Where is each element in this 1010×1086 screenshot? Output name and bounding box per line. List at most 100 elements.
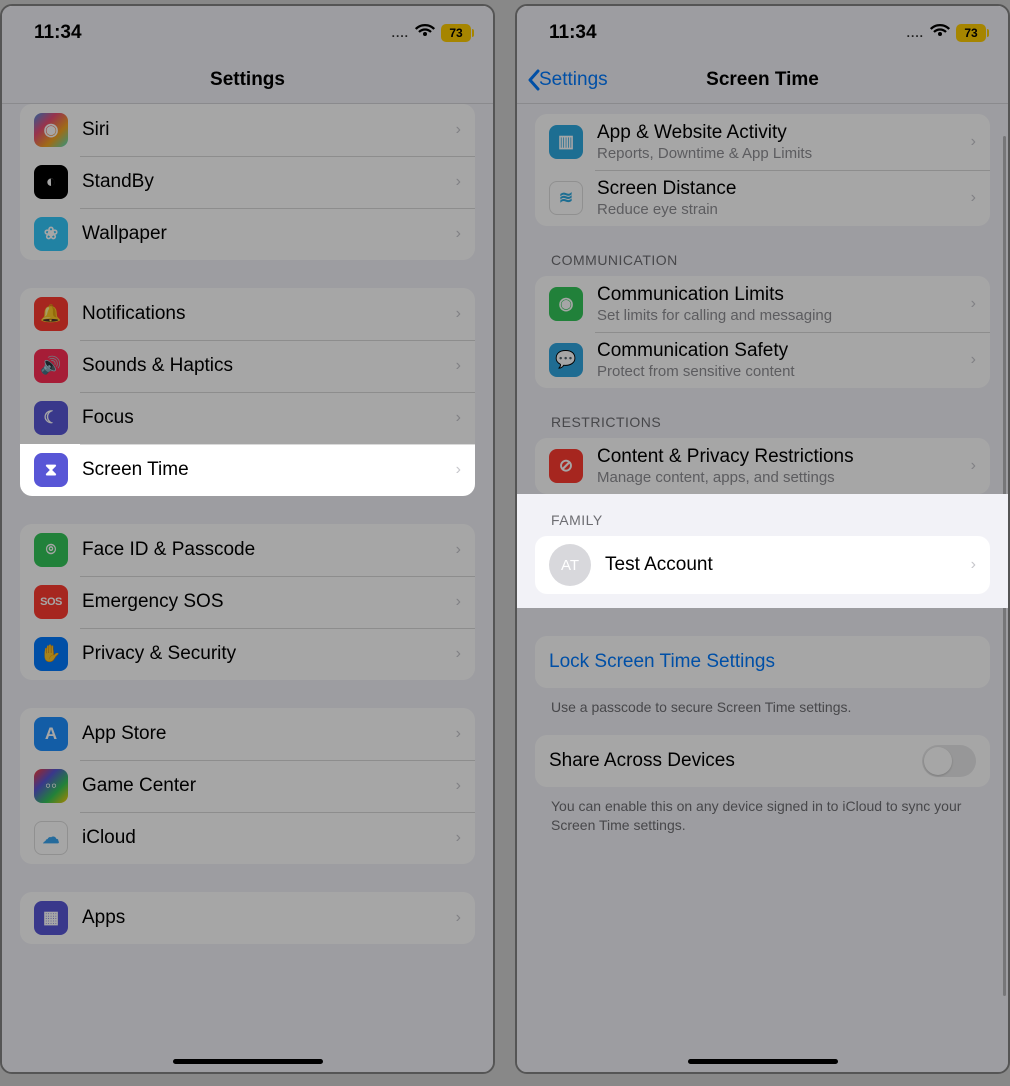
settings-row-focus[interactable]: ☾ Focus › xyxy=(20,392,475,444)
row-label: Game Center xyxy=(82,775,442,797)
distance-icon: ≋ xyxy=(549,181,583,215)
row-subtitle: Manage content, apps, and settings xyxy=(597,469,957,486)
family-section: FAMILY AT Test Account › xyxy=(517,494,1008,608)
row-label: iCloud xyxy=(82,827,442,849)
wallpaper-icon: ❀ xyxy=(34,217,68,251)
group-footer: You can enable this on any device signed… xyxy=(535,787,990,843)
chevron-right-icon: › xyxy=(971,295,976,313)
row-label: Face ID & Passcode xyxy=(82,539,442,561)
screentime-group-communication: ◉ Communication Limits Set limits for ca… xyxy=(535,276,990,388)
home-indicator[interactable] xyxy=(688,1059,838,1064)
row-label: App & Website Activity xyxy=(597,122,957,144)
row-label: Content & Privacy Restrictions xyxy=(597,446,957,468)
page-title: Settings xyxy=(210,69,285,91)
apps-icon: ▦ xyxy=(34,901,68,935)
settings-row-sos[interactable]: SOS Emergency SOS › xyxy=(20,576,475,628)
chevron-right-icon: › xyxy=(971,457,976,475)
row-communication-limits[interactable]: ◉ Communication Limits Set limits for ca… xyxy=(535,276,990,332)
settings-row-standby[interactable]: ◐ StandBy › xyxy=(20,156,475,208)
wifi-icon xyxy=(930,22,950,44)
status-bar: 11:34 .... 73 xyxy=(2,6,493,56)
settings-group: ◉ Siri › ◐ StandBy › ❀ Wallpaper › xyxy=(20,104,475,260)
row-label: Emergency SOS xyxy=(82,591,442,613)
row-label: Sounds & Haptics xyxy=(82,355,442,377)
bubble-warning-icon: 💬 xyxy=(549,343,583,377)
chevron-right-icon: › xyxy=(456,777,461,795)
notifications-icon: 🔔 xyxy=(34,297,68,331)
row-content-privacy[interactable]: ⊘ Content & Privacy Restrictions Manage … xyxy=(535,438,990,494)
screentime-screen: 11:34 .... 73 Settings Screen Time ▥ xyxy=(515,4,1010,1074)
back-button[interactable]: Settings xyxy=(527,56,608,103)
contacts-icon: ◉ xyxy=(549,287,583,321)
row-subtitle: Reports, Downtime & App Limits xyxy=(597,145,957,162)
battery-icon: 73 xyxy=(441,24,471,42)
group-footer: Use a passcode to secure Screen Time set… xyxy=(535,688,990,725)
screentime-icon: ⧗ xyxy=(34,453,68,487)
settings-row-notifications[interactable]: 🔔 Notifications › xyxy=(20,288,475,340)
settings-row-sounds[interactable]: 🔊 Sounds & Haptics › xyxy=(20,340,475,392)
row-app-activity[interactable]: ▥ App & Website Activity Reports, Downti… xyxy=(535,114,990,170)
status-time: 11:34 xyxy=(34,22,82,44)
row-label: Siri xyxy=(82,119,442,141)
row-lock-settings[interactable]: Lock Screen Time Settings xyxy=(535,636,990,688)
settings-screen: 11:34 .... 73 Settings ◉ Siri › xyxy=(0,4,495,1074)
settings-group: A App Store › ◦◦ Game Center › ☁ iCloud … xyxy=(20,708,475,864)
row-label: Notifications xyxy=(82,303,442,325)
icloud-icon: ☁ xyxy=(34,821,68,855)
row-label: Communication Safety xyxy=(597,340,957,362)
chevron-right-icon: › xyxy=(456,357,461,375)
chevron-right-icon: › xyxy=(456,461,461,479)
settings-row-icloud[interactable]: ☁ iCloud › xyxy=(20,812,475,864)
chevron-right-icon: › xyxy=(456,173,461,191)
settings-row-apps[interactable]: ▦ Apps › xyxy=(20,892,475,944)
focus-icon: ☾ xyxy=(34,401,68,435)
row-label: Communication Limits xyxy=(597,284,957,306)
section-header-restrictions: RESTRICTIONS xyxy=(535,388,990,438)
settings-group: ▦ Apps › xyxy=(20,892,475,944)
row-label: Lock Screen Time Settings xyxy=(549,651,976,673)
chevron-right-icon: › xyxy=(456,725,461,743)
sounds-icon: 🔊 xyxy=(34,349,68,383)
toggle-share-devices[interactable] xyxy=(922,745,976,777)
row-label: Share Across Devices xyxy=(549,750,908,772)
chevron-right-icon: › xyxy=(456,121,461,139)
row-share-devices[interactable]: Share Across Devices xyxy=(535,735,990,787)
settings-row-appstore[interactable]: A App Store › xyxy=(20,708,475,760)
chevron-right-icon: › xyxy=(971,189,976,207)
row-screen-distance[interactable]: ≋ Screen Distance Reduce eye strain › xyxy=(535,170,990,226)
settings-row-privacy[interactable]: ✋ Privacy & Security › xyxy=(20,628,475,680)
screentime-group-activity: ▥ App & Website Activity Reports, Downti… xyxy=(535,114,990,226)
section-header-communication: COMMUNICATION xyxy=(535,226,990,276)
screentime-group-family: AT Test Account › xyxy=(535,536,990,594)
battery-icon: 73 xyxy=(956,24,986,42)
row-label: Screen Distance xyxy=(597,178,957,200)
row-communication-safety[interactable]: 💬 Communication Safety Protect from sens… xyxy=(535,332,990,388)
row-label: Wallpaper xyxy=(82,223,442,245)
settings-row-screentime[interactable]: ⧗ Screen Time › xyxy=(20,444,475,496)
screentime-group-share: Share Across Devices xyxy=(535,735,990,787)
siri-icon: ◉ xyxy=(34,113,68,147)
chevron-right-icon: › xyxy=(971,133,976,151)
settings-row-faceid[interactable]: ⌾ Face ID & Passcode › xyxy=(20,524,475,576)
standby-icon: ◐ xyxy=(34,165,68,199)
settings-row-gamecenter[interactable]: ◦◦ Game Center › xyxy=(20,760,475,812)
wifi-icon xyxy=(415,22,435,44)
settings-row-siri[interactable]: ◉ Siri › xyxy=(20,104,475,156)
row-label: Privacy & Security xyxy=(82,643,442,665)
row-label: Screen Time xyxy=(82,459,442,481)
page-title: Screen Time xyxy=(706,69,819,91)
chevron-right-icon: › xyxy=(456,305,461,323)
row-label: Apps xyxy=(82,907,442,929)
row-family-member[interactable]: AT Test Account › xyxy=(535,536,990,594)
status-bar: 11:34 .... 73 xyxy=(517,6,1008,56)
chevron-right-icon: › xyxy=(456,593,461,611)
privacy-icon: ✋ xyxy=(34,637,68,671)
back-label: Settings xyxy=(539,69,608,91)
home-indicator[interactable] xyxy=(173,1059,323,1064)
status-time: 11:34 xyxy=(549,22,597,44)
chevron-right-icon: › xyxy=(456,829,461,847)
no-entry-icon: ⊘ xyxy=(549,449,583,483)
nav-bar: Settings Screen Time xyxy=(517,56,1008,104)
settings-row-wallpaper[interactable]: ❀ Wallpaper › xyxy=(20,208,475,260)
gamecenter-icon: ◦◦ xyxy=(34,769,68,803)
